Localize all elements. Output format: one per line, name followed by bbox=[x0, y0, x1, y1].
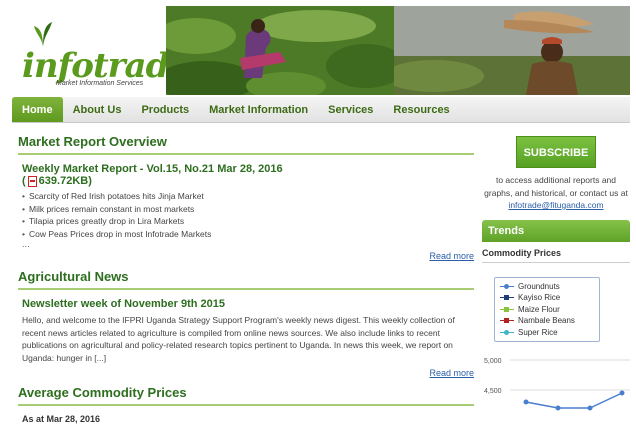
list-item: Milk prices remain constant in most mark… bbox=[22, 203, 474, 216]
subscribe-text: to access additional reports and graphs,… bbox=[484, 175, 628, 210]
agri-news-heading: Agricultural News bbox=[18, 269, 474, 290]
header-photo-cassava bbox=[394, 6, 630, 95]
nav-resources[interactable]: Resources bbox=[383, 97, 459, 122]
contact-email-link[interactable]: infotrade@fituganda.com bbox=[508, 200, 603, 210]
pdf-file-size: 639.72KB bbox=[38, 175, 89, 187]
main-nav: Home About Us Products Market Informatio… bbox=[12, 97, 630, 123]
list-item: Cow Peas Prices drop in most Infotrade M… bbox=[22, 228, 474, 241]
ellipsis: ... bbox=[22, 240, 30, 249]
report-highlights: Scarcity of Red Irish potatoes hits Jinj… bbox=[22, 190, 474, 240]
list-item: Scarcity of Red Irish potatoes hits Jinj… bbox=[22, 190, 474, 203]
avg-prices-heading: Average Commodity Prices bbox=[18, 385, 474, 407]
report-read-more-link[interactable]: Read more bbox=[18, 251, 474, 261]
logo[interactable]: infotrade Market Information Services bbox=[6, 6, 190, 95]
trend-plot: 5,000 4,500 bbox=[484, 358, 630, 411]
data-point[interactable] bbox=[619, 390, 625, 396]
y-tick-label: 4,500 bbox=[484, 388, 502, 395]
data-point[interactable] bbox=[523, 399, 529, 405]
commodity-prices-label: Commodity Prices bbox=[482, 248, 630, 263]
subscribe-button[interactable]: SUBSCRIBE bbox=[516, 136, 596, 168]
sidebar: SUBSCRIBE to access additional reports a… bbox=[482, 134, 630, 416]
pdf-download[interactable]: ( 639.72KB) bbox=[22, 175, 474, 187]
news-read-more-link[interactable]: Read more bbox=[18, 368, 474, 378]
main-content: Market Report Overview Weekly Market Rep… bbox=[18, 134, 474, 424]
market-report-heading: Market Report Overview bbox=[18, 134, 474, 155]
logo-tagline: Market Information Services bbox=[56, 80, 144, 87]
nav-services[interactable]: Services bbox=[318, 97, 383, 122]
list-item: Tilapia prices greatly drop in Lira Mark… bbox=[22, 215, 474, 228]
nav-market-information[interactable]: Market Information bbox=[199, 97, 318, 122]
legend-item-super-rice[interactable]: Super Rice bbox=[500, 327, 594, 339]
nav-home[interactable]: Home bbox=[12, 97, 63, 122]
data-point[interactable] bbox=[587, 405, 593, 411]
nav-products[interactable]: Products bbox=[131, 97, 199, 122]
chart-legend: Groundnuts Kayiso Rice Maize Flour Namba… bbox=[494, 276, 600, 342]
series-line-groundnuts bbox=[525, 392, 623, 409]
trends-header: Trends bbox=[482, 219, 630, 242]
pdf-icon bbox=[27, 175, 37, 187]
weekly-report-link[interactable]: Weekly Market Report - Vol.15, No.21 Mar… bbox=[22, 163, 474, 175]
header-photo-farmer bbox=[166, 6, 394, 95]
legend-item-maize-flour[interactable]: Maize Flour bbox=[500, 304, 594, 316]
leaf-icon bbox=[34, 22, 52, 47]
nav-about-us[interactable]: About Us bbox=[63, 97, 132, 122]
legend-item-kayiso-rice[interactable]: Kayiso Rice bbox=[500, 292, 594, 304]
site-header: infotrade Market Information Services bbox=[6, 6, 630, 95]
data-point[interactable] bbox=[555, 405, 561, 411]
news-excerpt: Hello, and welcome to the IFPRI Uganda S… bbox=[22, 315, 455, 363]
prices-date: As at Mar 28, 2016 bbox=[22, 414, 101, 425]
trend-chart: Groundnuts Kayiso Rice Maize Flour Namba… bbox=[482, 276, 630, 417]
news-title-link[interactable]: Newsletter week of November 9th 2015 bbox=[22, 298, 474, 310]
legend-item-nambale-beans[interactable]: Nambale Beans bbox=[500, 315, 594, 327]
y-tick-label: 5,000 bbox=[484, 358, 502, 365]
legend-item-groundnuts[interactable]: Groundnuts bbox=[500, 281, 594, 293]
